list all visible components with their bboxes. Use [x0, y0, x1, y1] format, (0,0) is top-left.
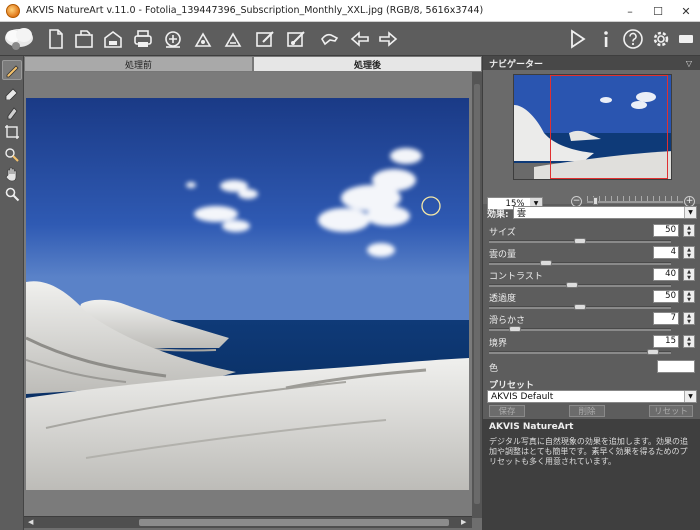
collapse-icon[interactable]: ▽ — [686, 59, 692, 68]
layout-icon[interactable] — [674, 27, 698, 51]
spinner-icon[interactable]: ▲ ▼ — [683, 335, 695, 348]
navigator-thumbnail[interactable] — [513, 74, 672, 180]
param-contrast: コントラスト 40 ▲ ▼ — [487, 268, 697, 290]
minimize-button[interactable]: – — [616, 0, 644, 22]
akvis-logo-icon — [2, 24, 36, 54]
param-border-knob[interactable] — [647, 349, 660, 355]
eraser2-icon[interactable] — [2, 102, 22, 122]
open-folder-icon[interactable] — [72, 27, 96, 51]
background-icon[interactable] — [253, 27, 277, 51]
spinner-icon[interactable]: ▲ ▼ — [683, 268, 695, 281]
window-title: AKVIS NatureArt v.11.0 - Fotolia_1394473… — [26, 5, 484, 16]
vertical-scrollbar[interactable] — [472, 72, 482, 518]
effect-select[interactable]: 雲 ▼ — [513, 206, 697, 219]
color-label: 色 — [489, 364, 499, 374]
brush-icon[interactable] — [2, 60, 22, 80]
param-cloud-amount-slider[interactable] — [489, 262, 671, 265]
param-border-slider[interactable] — [489, 351, 671, 354]
picker-icon[interactable] — [2, 144, 22, 164]
spinner-icon[interactable]: ▲ ▼ — [683, 224, 695, 237]
open-file-icon[interactable] — [44, 27, 68, 51]
chevron-down-icon: ▼ — [684, 391, 696, 402]
horizontal-scroll-thumb[interactable] — [139, 519, 449, 526]
horizontal-scrollbar[interactable]: ◀ ▶ — [24, 516, 472, 528]
param-cloud-amount-value[interactable]: 4 — [653, 246, 679, 259]
param-cloud-amount-knob[interactable] — [540, 260, 552, 266]
scroll-left-icon[interactable]: ◀ — [28, 518, 33, 526]
effect-label: 効果: — [487, 210, 509, 220]
navigator-viewport[interactable] — [550, 75, 668, 179]
param-contrast-value[interactable]: 40 — [653, 268, 679, 281]
navigator-title: ナビゲーター — [489, 59, 544, 70]
navigator-header: ナビゲーター ▽ — [483, 56, 700, 70]
info-title: AKVIS NatureArt — [489, 422, 574, 432]
param-cloud-amount: 雲の量 4 ▲ ▼ — [487, 246, 697, 268]
settings-panel: ナビゲーター ▽ 15% ▼ − + 効果: 雲 ▼ サイズ 50 ▲ ▼ 雲の… — [482, 56, 700, 530]
info-icon[interactable] — [594, 27, 618, 51]
maximize-button[interactable]: ☐ — [644, 0, 672, 22]
tool-strip — [0, 56, 24, 530]
effect-row: 効果: 雲 ▼ — [487, 206, 697, 220]
main-toolbar — [0, 22, 700, 56]
preset-reset-button[interactable]: リセット — [649, 405, 693, 417]
view-tabs: 処理前 処理後 — [24, 56, 482, 72]
app-logo-icon — [6, 3, 20, 18]
eraser-icon[interactable] — [2, 82, 22, 102]
info-panel: AKVIS NatureArt デジタル写真に自然現象の効果を追加します。効果の… — [483, 419, 700, 530]
print-icon[interactable] — [131, 27, 155, 51]
image-canvas[interactable] — [24, 72, 482, 516]
tab-before[interactable]: 処理前 — [24, 56, 253, 72]
param-border-value[interactable]: 15 — [653, 335, 679, 348]
preset-save-button[interactable]: 保存 — [489, 405, 525, 417]
param-transparency: 透過度 50 ▲ ▼ — [487, 290, 697, 312]
run-icon[interactable] — [565, 27, 589, 51]
param-contrast-knob[interactable] — [565, 282, 578, 288]
spinner-icon[interactable]: ▲ ▼ — [683, 290, 695, 303]
zoom-slider-knob[interactable] — [593, 197, 598, 205]
param-size-knob[interactable] — [574, 238, 586, 244]
param-smoothness-knob[interactable] — [509, 326, 522, 332]
zoom-icon[interactable] — [2, 184, 22, 204]
zoom-slider[interactable] — [587, 201, 683, 203]
param-smoothness: 滑らかさ 7 ▲ ▼ — [487, 312, 697, 334]
chevron-down-icon: ▼ — [684, 207, 696, 218]
info-text: デジタル写真に自然現象の効果を追加します。効果の追加や調整はとても簡単です。素早… — [489, 437, 689, 466]
param-border: 境界 15 ▲ ▼ — [487, 335, 697, 357]
photo-preview[interactable] — [26, 98, 469, 490]
undo-icon[interactable] — [348, 27, 372, 51]
navigator[interactable]: 15% ▼ − + — [483, 70, 700, 210]
preferences-icon[interactable] — [649, 27, 673, 51]
color-row: 色 — [487, 360, 697, 376]
param-contrast-slider[interactable] — [489, 284, 671, 287]
close-button[interactable]: ✕ — [672, 0, 700, 22]
preset-select[interactable]: AKVIS Default ▼ — [487, 390, 697, 403]
preset-delete-button[interactable]: 削除 — [569, 405, 605, 417]
spinner-icon[interactable]: ▲ ▼ — [683, 312, 695, 325]
param-transparency-knob[interactable] — [574, 304, 586, 310]
color-swatch[interactable] — [657, 360, 695, 373]
crop-icon[interactable] — [2, 122, 22, 142]
hand-icon[interactable] — [2, 164, 22, 184]
param-smoothness-value[interactable]: 7 — [653, 312, 679, 325]
redo-icon[interactable] — [376, 27, 400, 51]
plugin-icon[interactable] — [284, 27, 308, 51]
vertical-scroll-thumb[interactable] — [474, 84, 480, 504]
settings-hand-icon[interactable] — [318, 27, 342, 51]
help-icon[interactable] — [621, 27, 645, 51]
scroll-right-icon[interactable]: ▶ — [461, 518, 466, 526]
spinner-icon[interactable]: ▲ ▼ — [683, 246, 695, 259]
batch-process-icon[interactable] — [221, 27, 245, 51]
param-size-value[interactable]: 50 — [653, 224, 679, 237]
share-icon[interactable] — [161, 27, 185, 51]
param-size: サイズ 50 ▲ ▼ — [487, 224, 697, 246]
tab-after[interactable]: 処理後 — [253, 56, 482, 72]
batch-icon[interactable] — [191, 27, 215, 51]
title-bar: AKVIS NatureArt v.11.0 - Fotolia_1394473… — [0, 0, 700, 22]
param-transparency-value[interactable]: 50 — [653, 290, 679, 303]
save-icon[interactable] — [101, 27, 125, 51]
